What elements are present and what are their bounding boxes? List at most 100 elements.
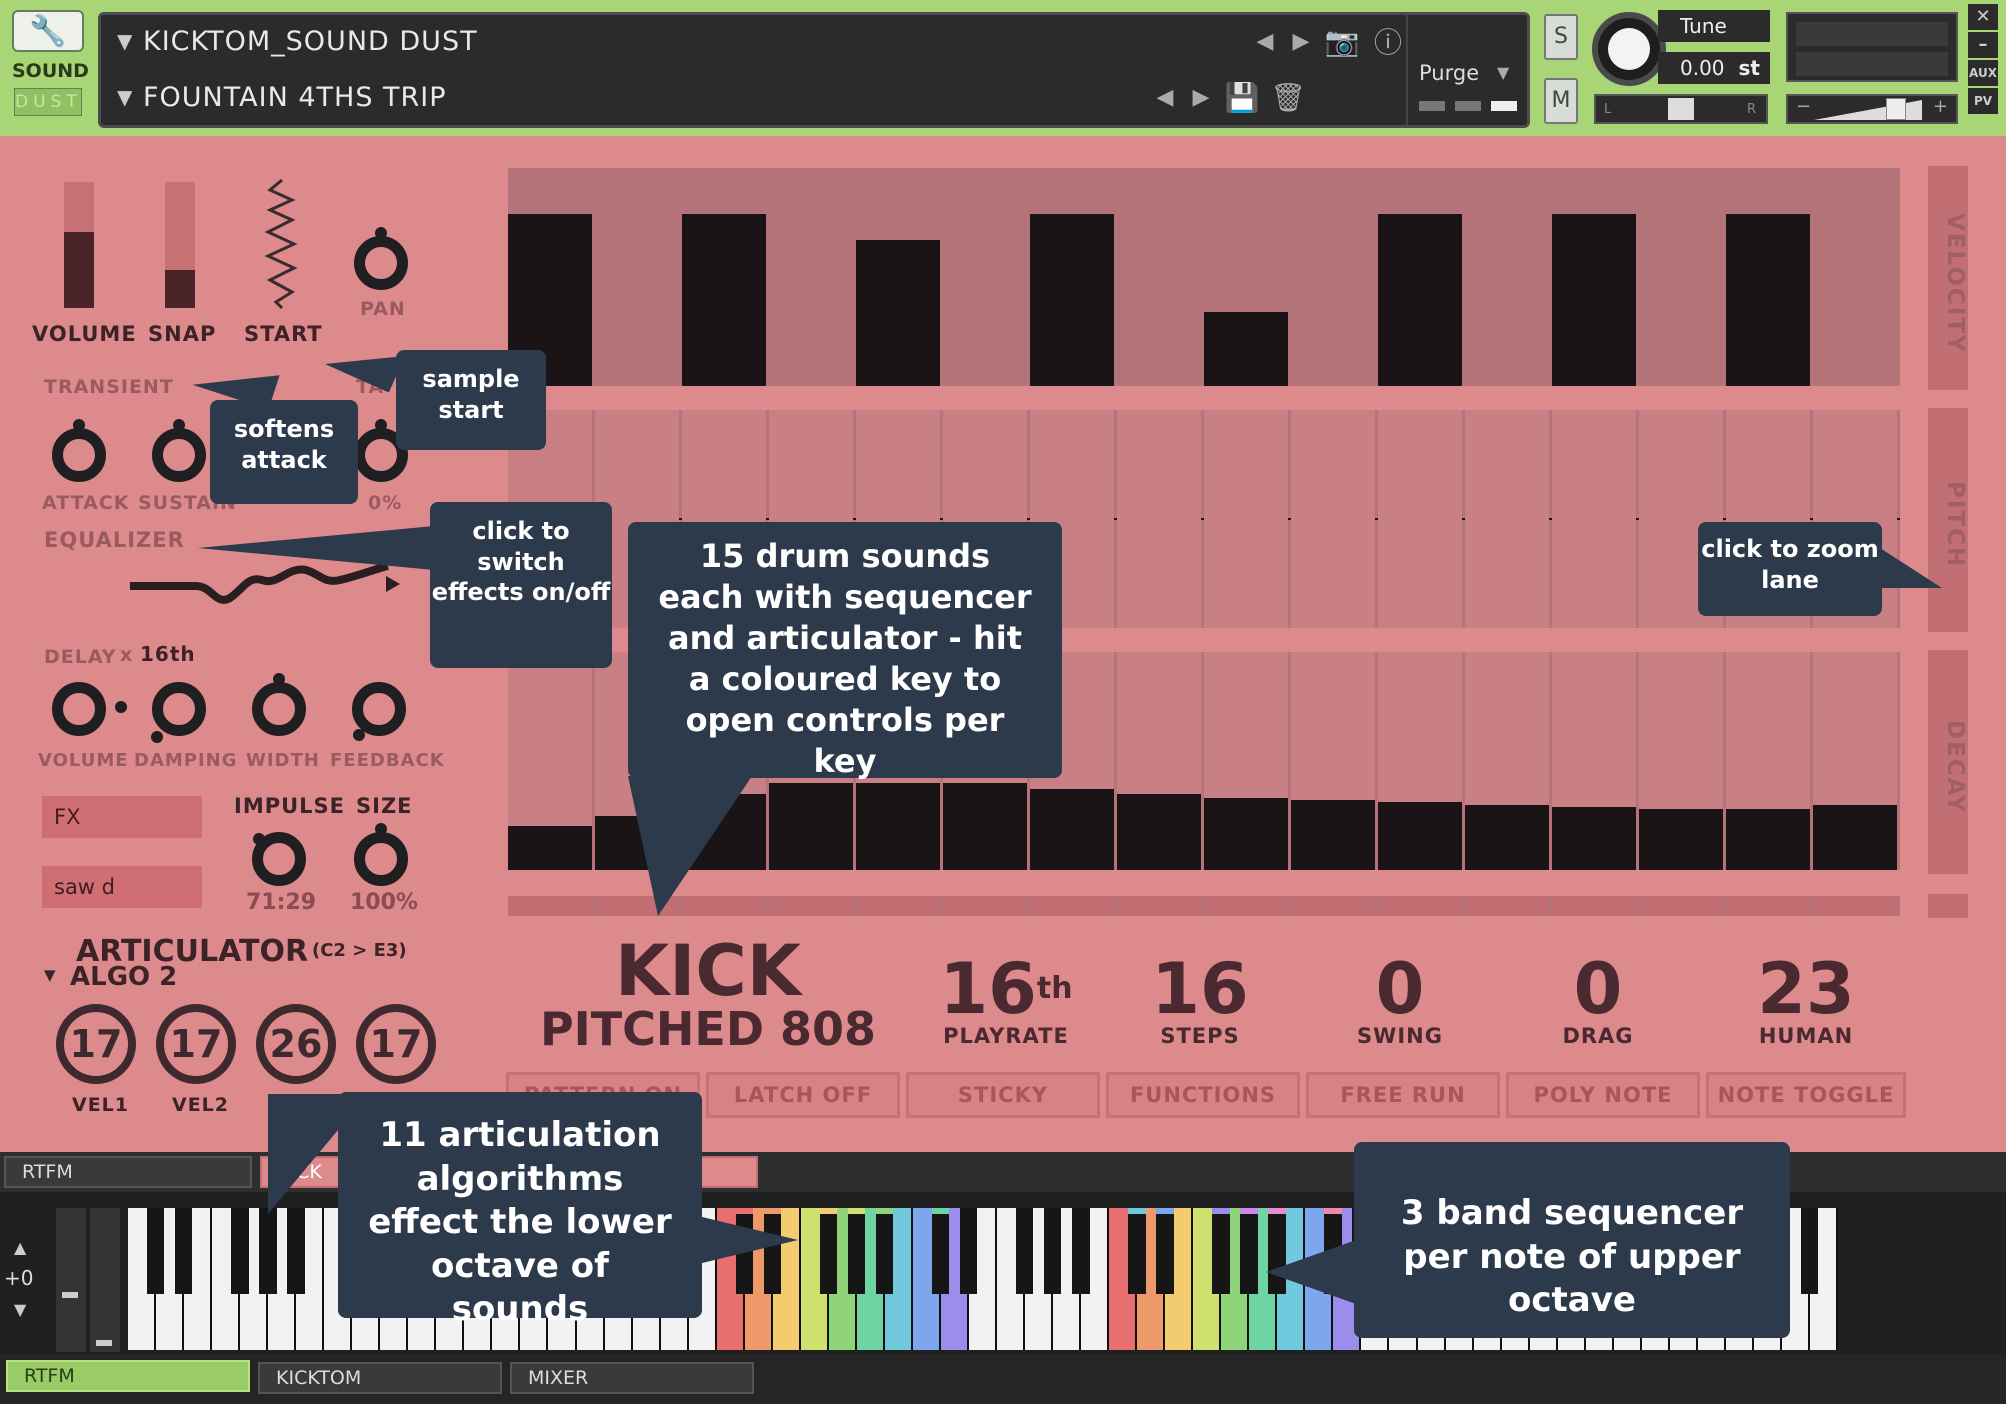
sequencer-step[interactable] [595,168,679,386]
sequencer-step[interactable] [1639,896,1723,916]
close-icon[interactable]: ✕ [1968,4,1998,30]
sequencer-step[interactable] [1378,410,1462,628]
pitch-lane-tab[interactable]: PITCH [1928,408,1968,632]
bottom-mixer-tab[interactable]: MIXER [510,1362,754,1394]
piano-black-key[interactable] [960,1208,978,1294]
damping-knob[interactable] [151,682,206,743]
sequencer-step[interactable] [1117,896,1201,916]
sequencer-step[interactable] [508,652,592,870]
tune-value-box[interactable]: 0.00 st [1658,52,1770,84]
velocity-lane[interactable] [508,168,1900,386]
piano-black-key[interactable] [1072,1208,1090,1294]
sequencer-step[interactable] [1465,410,1549,628]
sequencer-step[interactable] [1204,896,1288,916]
attack-knob[interactable] [52,419,106,482]
algo-select[interactable]: ALGO 2 [70,962,177,992]
prev-snapshot-icon[interactable]: ◀ [1147,85,1183,110]
sequencer-step[interactable] [943,896,1027,916]
sequencer-step[interactable] [1378,652,1462,870]
sequencer-step[interactable] [1552,896,1636,916]
instrument-name[interactable]: KICKTOM_SOUND DUST [143,26,1247,57]
sequencer-step[interactable] [943,168,1027,386]
purge-menu[interactable]: Purge [1419,61,1479,85]
piano-black-key[interactable] [931,1208,950,1294]
chevron-down-icon[interactable]: ▼ [117,29,143,53]
poly-note-button[interactable]: POLY NOTE [1506,1072,1700,1118]
rtfm-tab[interactable]: RTFM [4,1156,252,1188]
volume-plus[interactable]: + [1933,96,1948,117]
octave-down-icon[interactable]: ▼ [14,1300,26,1319]
volume-handle[interactable] [1886,98,1906,120]
sequencer-step[interactable] [1552,168,1636,386]
sequencer-step[interactable] [1291,652,1375,870]
latch-button[interactable]: LATCH OFF [706,1072,900,1118]
articulator-knob-2[interactable]: 17 [156,1004,236,1084]
sequencer-step[interactable] [1291,410,1375,628]
sequencer-step[interactable] [1639,652,1723,870]
sequencer-step[interactable] [1204,168,1288,386]
sequencer-step[interactable] [1726,168,1810,386]
volume-minus[interactable]: − [1796,96,1811,117]
note-toggle-button[interactable]: NOTE TOGGLE [1706,1072,1906,1118]
sequencer-step[interactable] [1726,896,1810,916]
sequencer-step[interactable] [1552,410,1636,628]
sequencer-step[interactable] [1465,896,1549,916]
mute-button[interactable]: M [1544,78,1578,124]
wrench-icon[interactable]: 🔧 [12,10,84,52]
save-icon[interactable]: 💾 [1219,81,1265,114]
sequencer-step[interactable] [1030,896,1114,916]
volume-slider[interactable]: − + [1786,94,1958,124]
sequencer-step[interactable] [508,896,592,916]
sequencer-step[interactable] [1378,896,1462,916]
step-tab[interactable] [1928,894,1968,918]
free-run-button[interactable]: FREE RUN [1306,1072,1500,1118]
pitch-wheel[interactable] [56,1208,86,1352]
swing-stat[interactable]: 0 SWING [1330,954,1470,1048]
pan-handle[interactable] [1668,98,1694,120]
human-stat[interactable]: 23 HUMAN [1736,954,1876,1048]
minimize-icon[interactable]: – [1968,32,1998,58]
solo-button[interactable]: S [1544,14,1578,60]
sequencer-step[interactable] [1204,410,1288,628]
volume-fader[interactable] [64,182,94,308]
delay-volume-knob[interactable] [52,682,127,736]
piano-black-key[interactable] [287,1208,305,1294]
sequencer-step[interactable] [1813,652,1897,870]
octave-up-icon[interactable]: ▲ [14,1238,26,1257]
articulator-knob-4[interactable]: 17 [356,1004,436,1084]
piano-black-key[interactable] [1044,1208,1062,1294]
sticky-button[interactable]: STICKY [906,1072,1100,1118]
articulator-knob-3[interactable]: 26 [256,1004,336,1084]
sequencer-step[interactable] [1378,168,1462,386]
pan-knob[interactable] [354,227,408,290]
next-instrument-icon[interactable]: ▶ [1283,29,1319,54]
camera-icon[interactable]: 📷 [1319,25,1365,58]
sequencer-step[interactable] [1465,652,1549,870]
sequencer-step[interactable] [1813,168,1897,386]
width-knob[interactable] [252,673,306,736]
sequencer-step[interactable] [856,896,940,916]
functions-button[interactable]: FUNCTIONS [1106,1072,1300,1118]
articulator-knob-1[interactable]: 17 [56,1004,136,1084]
delay-value[interactable]: 16th [140,642,196,666]
piano-black-key[interactable] [819,1208,838,1294]
piano-black-key[interactable] [1800,1208,1819,1294]
sequencer-step[interactable] [1291,896,1375,916]
sequencer-step[interactable] [1030,168,1114,386]
sequencer-step[interactable] [1639,168,1723,386]
piano-black-key[interactable] [875,1208,894,1294]
snapshot-name[interactable]: FOUNTAIN 4THS TRIP [143,82,1147,113]
sequencer-step[interactable] [682,168,766,386]
fx-select[interactable]: FX [42,796,202,838]
piano-black-key[interactable] [147,1208,165,1294]
piano-black-key[interactable] [1240,1208,1258,1294]
sequencer-step[interactable] [1117,410,1201,628]
impulse-select[interactable]: saw d [42,866,202,908]
sequencer-step[interactable] [1726,652,1810,870]
bottom-kicktom-tab[interactable]: KICKTOM [258,1362,502,1394]
next-snapshot-icon[interactable]: ▶ [1183,85,1219,110]
sequencer-step[interactable] [1813,896,1897,916]
steps-stat[interactable]: 16 STEPS [1130,954,1270,1048]
chevron-down-icon[interactable]: ▼ [44,966,57,984]
trash-icon[interactable]: 🗑 [1265,81,1311,114]
